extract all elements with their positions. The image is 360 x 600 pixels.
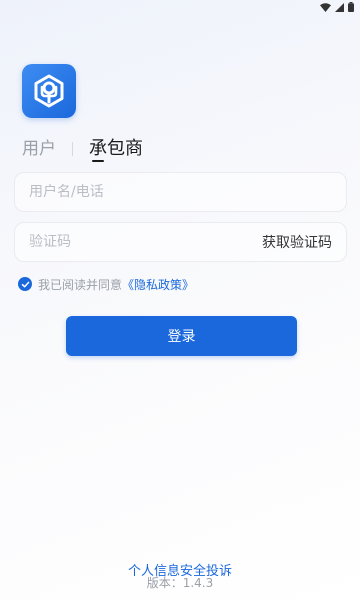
tab-contractor[interactable]: 承包商: [89, 138, 143, 162]
app-logo-icon: [22, 64, 76, 118]
role-tabs: 用户 承包商: [22, 136, 143, 162]
verification-code-input[interactable]: [29, 234, 262, 250]
agreement-checkbox[interactable]: [18, 277, 32, 291]
checkmark-icon: [21, 281, 29, 287]
tab-user[interactable]: 用户: [22, 138, 56, 160]
login-button[interactable]: 登录: [66, 316, 297, 356]
username-phone-field: [14, 172, 347, 212]
username-phone-input[interactable]: [29, 184, 332, 200]
agreement-text: 我已阅读并同意: [38, 277, 123, 292]
privacy-agreement: 我已阅读并同意 《隐私政策》: [18, 275, 194, 293]
privacy-policy-link[interactable]: 《隐私政策》: [122, 276, 194, 293]
verification-code-field: 获取验证码: [14, 222, 347, 262]
signal-icon: [335, 2, 344, 12]
version-text: 版本：1.4.3: [146, 576, 214, 590]
status-bar: [0, 0, 360, 14]
tab-divider: [72, 142, 73, 156]
battery-icon: [348, 2, 354, 12]
get-code-button[interactable]: 获取验证码: [262, 232, 332, 252]
wifi-icon: [320, 2, 331, 12]
